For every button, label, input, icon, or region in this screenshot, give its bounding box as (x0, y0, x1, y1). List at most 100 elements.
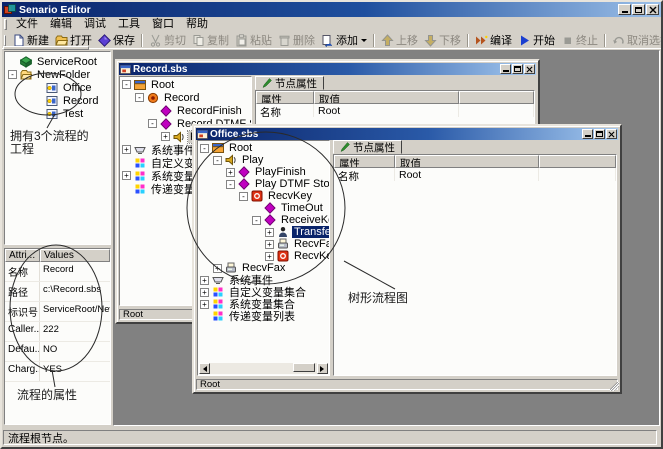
scroll-right-button[interactable] (317, 363, 328, 374)
delete-button[interactable]: 删除 (275, 32, 318, 48)
expander[interactable]: + (200, 276, 209, 285)
maximize-button[interactable] (594, 129, 605, 139)
property-row[interactable]: Charg...YES (5, 362, 110, 382)
tree-node-root[interactable]: -Root (198, 142, 329, 154)
menu-help[interactable]: 帮助 (180, 18, 214, 31)
tree-node-serviceroot[interactable]: ServiceRoot (5, 55, 110, 68)
tab-node-properties[interactable]: 节点属性 (255, 76, 324, 90)
add-button[interactable]: 添加 (318, 32, 370, 48)
title-bar[interactable]: Senario Editor (2, 2, 661, 17)
attr-column-header[interactable]: 属性 (256, 91, 314, 104)
scrollbar-thumb[interactable] (293, 363, 315, 372)
close-button[interactable] (524, 64, 535, 74)
save-button[interactable]: 保存 (95, 32, 138, 48)
event-diamond-icon (160, 118, 172, 130)
expander[interactable]: - (226, 180, 235, 189)
expander[interactable]: - (200, 144, 209, 153)
tab-node-properties[interactable]: 节点属性 (333, 140, 402, 154)
tree-node-root[interactable]: -Root (120, 78, 251, 91)
compile-button[interactable]: 编译 (472, 32, 515, 48)
values-column-header[interactable]: Values (40, 249, 110, 262)
cut-button[interactable]: 剪切 (146, 32, 189, 48)
horizontal-scrollbar[interactable] (199, 363, 328, 374)
maximize-button[interactable] (512, 64, 523, 74)
tree-node-play-dtmf-stop[interactable]: -Play DTMF Stop (198, 178, 329, 190)
tree-node-recvkey[interactable]: -RecvKey (198, 190, 329, 202)
dock-panel-handle[interactable] (3, 46, 89, 50)
menu-file[interactable]: 文件 (10, 18, 44, 31)
menu-window[interactable]: 窗口 (146, 18, 180, 31)
resize-grip[interactable] (610, 382, 619, 391)
minimize-button[interactable] (500, 64, 511, 74)
scroll-left-button[interactable] (199, 363, 210, 374)
close-button[interactable] (646, 4, 659, 15)
menu-grip[interactable] (4, 19, 7, 30)
office-window[interactable]: Office.sbs -Root -Play +PlayFinish -Play… (192, 124, 622, 394)
record-window-titlebar[interactable]: Record.sbs (119, 63, 536, 75)
paste-button[interactable]: 粘贴 (232, 32, 275, 48)
table-row[interactable]: 名称 Root (256, 104, 534, 117)
start-button[interactable]: 开始 (515, 32, 558, 48)
toolbar-separator (604, 34, 606, 47)
expander[interactable]: - (239, 192, 248, 201)
close-button[interactable] (606, 129, 617, 139)
tree-node-passed-vars[interactable]: 传递变量列表 (198, 310, 329, 322)
tree-node-test[interactable]: Test (5, 107, 110, 120)
tree-node-recvkey2[interactable]: +RecvKey (198, 250, 329, 262)
menu-edit[interactable]: 编辑 (44, 18, 78, 31)
tree-node-playfinish[interactable]: +PlayFinish (198, 166, 329, 178)
restore-button[interactable] (632, 4, 645, 15)
property-row[interactable]: 标识号ServiceRoot/New... (5, 302, 110, 322)
property-row[interactable]: Defau...NO (5, 342, 110, 362)
property-row[interactable]: 名称Record (5, 262, 110, 282)
value-column-header[interactable]: 取值 (314, 91, 459, 104)
tree-node-newfolder[interactable]: -NewFolder (5, 68, 110, 81)
expander[interactable]: - (122, 80, 131, 89)
cancel-selection-button[interactable]: 取消选择 (609, 32, 663, 48)
toolbar-grip[interactable] (4, 35, 6, 46)
minimize-button[interactable] (618, 4, 631, 15)
expander[interactable]: - (135, 93, 144, 102)
add-dropdown-caret[interactable] (361, 39, 367, 45)
menu-tools[interactable]: 工具 (112, 18, 146, 31)
expander[interactable]: + (200, 300, 209, 309)
table-row[interactable]: 名称 Root (334, 168, 616, 181)
tree-node-record[interactable]: -Record (120, 91, 251, 104)
property-row[interactable]: 路径c:\Record.sbs (5, 282, 110, 302)
expander[interactable]: + (265, 252, 274, 261)
expander[interactable]: + (265, 228, 274, 237)
tree-node-record[interactable]: Record (5, 94, 110, 107)
expander[interactable]: + (226, 168, 235, 177)
expander[interactable]: + (265, 240, 274, 249)
expander[interactable]: + (200, 288, 209, 297)
status-text: 流程根节点。 (3, 430, 657, 445)
tree-node-transfer[interactable]: +Transfer (198, 226, 329, 238)
tree-node-timeout[interactable]: TimeOut (198, 202, 329, 214)
expander[interactable]: - (148, 119, 157, 128)
event-diamond-icon (238, 178, 250, 190)
move-up-button[interactable]: 上移 (378, 32, 421, 48)
attr-column-header[interactable]: Attri... (5, 249, 40, 262)
attr-column-header[interactable]: 属性 (334, 155, 395, 168)
expander[interactable]: - (252, 216, 261, 225)
expander[interactable]: - (8, 70, 17, 79)
expander[interactable]: + (161, 132, 170, 141)
stop-button[interactable]: 终止 (558, 32, 601, 48)
tree-node-receivekey-co[interactable]: -ReceiveKey Co (198, 214, 329, 226)
menu-debug[interactable]: 调试 (78, 18, 112, 31)
expander[interactable]: + (122, 145, 131, 154)
expander[interactable]: + (122, 171, 131, 180)
expander[interactable]: - (213, 156, 222, 165)
tree-node-recordfinish[interactable]: RecordFinish (120, 104, 251, 117)
tree-node-recvfax[interactable]: +RecvFax (198, 238, 329, 250)
value-column-header[interactable]: 取值 (395, 155, 539, 168)
scrollbar-track[interactable] (210, 363, 317, 374)
tree-node-office[interactable]: Office (5, 81, 110, 94)
property-row[interactable]: Caller...222 (5, 322, 110, 342)
expander[interactable]: + (213, 264, 222, 273)
transfer-node-icon (277, 226, 289, 238)
move-down-button[interactable]: 下移 (421, 32, 464, 48)
copy-button[interactable]: 复制 (189, 32, 232, 48)
minimize-button[interactable] (582, 129, 593, 139)
tree-node-play[interactable]: -Play (198, 154, 329, 166)
